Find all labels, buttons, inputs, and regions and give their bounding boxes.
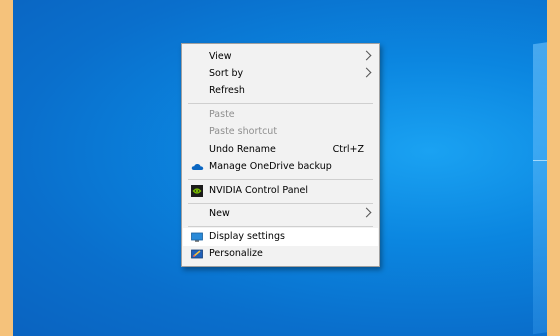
menu-item-view[interactable]: View [183, 48, 378, 66]
menu-item-label: Sort by [209, 68, 244, 79]
menu-separator [188, 226, 373, 227]
chevron-right-icon [361, 207, 372, 218]
menu-item-onedrive-backup[interactable]: Manage OneDrive backup [183, 158, 378, 176]
menu-item-paste-shortcut[interactable]: Paste shortcut [183, 123, 378, 141]
chevron-right-icon [361, 67, 372, 78]
menu-item-new[interactable]: New [183, 205, 378, 223]
menu-item-display-settings[interactable]: Display settings [183, 228, 378, 246]
menu-separator [188, 179, 373, 180]
menu-item-label: Paste [209, 109, 235, 120]
menu-item-label: Manage OneDrive backup [209, 161, 332, 172]
personalize-icon [191, 248, 203, 260]
menu-item-refresh[interactable]: Refresh [183, 82, 378, 100]
menu-item-label: View [209, 51, 232, 62]
window-light-wedge [533, 35, 547, 335]
menu-item-paste[interactable]: Paste [183, 106, 378, 124]
wedge-line [533, 160, 547, 161]
chevron-right-icon [361, 50, 372, 61]
menu-item-label: Refresh [209, 85, 245, 96]
menu-item-label: NVIDIA Control Panel [209, 185, 309, 196]
menu-item-label: Undo Rename [209, 144, 276, 155]
nvidia-icon [191, 185, 203, 197]
shortcut-label: Ctrl+Z [332, 144, 364, 155]
menu-item-label: Paste shortcut [209, 126, 278, 137]
menu-separator [188, 203, 373, 204]
menu-item-label: Personalize [209, 248, 263, 259]
menu-item-nvidia-control-panel[interactable]: NVIDIA Control Panel [183, 182, 378, 200]
menu-item-personalize[interactable]: Personalize [183, 245, 378, 263]
menu-item-label: Display settings [209, 231, 285, 242]
desktop-context-menu: View Sort by Refresh Paste Paste shortcu… [181, 43, 380, 267]
menu-separator [188, 103, 373, 104]
menu-item-label: New [209, 208, 230, 219]
menu-item-undo-rename[interactable]: Undo Rename Ctrl+Z [183, 141, 378, 159]
display-icon [191, 231, 203, 243]
cloud-icon [191, 161, 204, 173]
menu-item-sort-by[interactable]: Sort by [183, 65, 378, 83]
